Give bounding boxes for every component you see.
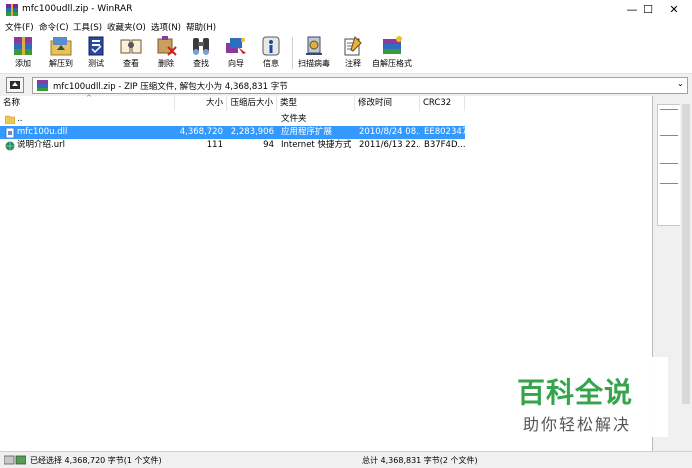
info-divider [660,135,678,136]
view-icon [120,39,142,54]
info-label: 信息 [263,59,279,68]
extract-to-button[interactable]: 解压到 [44,35,78,73]
vertical-scrollbar[interactable] [680,96,692,451]
up-arrow-icon [10,81,20,89]
virus-scan-icon [306,36,322,55]
file-type: 文件夹 [281,114,307,124]
delete-label: 删除 [158,59,174,68]
archive-icon [37,80,48,91]
extract-to-icon [50,37,72,56]
virus-scan-button[interactable]: 扫描病毒 [297,35,331,73]
file-row-mfc100u-dll[interactable]: mfc100u.dll 4,368,720 2,283,906 应用程序扩展 2… [0,126,468,139]
winrar-app-icon [6,4,18,16]
url-file-icon [5,141,15,151]
watermark-title: 百科全说 [517,376,634,409]
test-button[interactable]: 测试 [79,35,113,73]
status-bar: 已经选择 4,368,720 字节(1 个文件) 总计 4,368,831 字节… [0,451,692,468]
info-divider [660,163,678,164]
dll-file-icon [5,128,15,138]
column-header-type[interactable]: 类型 [277,96,355,111]
file-name: .. [17,114,23,124]
status-total: 总计 4,368,831 字节(2 个文件) [362,456,478,465]
file-size: 4,368,720 [179,127,223,137]
menu-command[interactable]: 命令(C) [39,21,69,33]
up-one-level-button[interactable] [6,77,24,93]
comment-button[interactable]: 注释 [336,35,370,73]
column-name-label: 名称 [3,98,21,108]
file-row-parent[interactable]: .. 文件夹 [0,113,465,126]
info-button[interactable]: 信息 [254,35,288,73]
toolbar: 添加 解压到 测试 查看 删除 查找 向导 信息 扫描病毒 注释 自解压格式 [0,33,692,74]
virus-scan-label: 扫描病毒 [298,59,330,68]
view-button[interactable]: 查看 [114,35,148,73]
title-bar: mfc100udll.zip - WinRAR — ☐ ✕ [0,0,692,21]
info-icon [262,36,280,56]
sort-ascending-icon: ^ [86,94,92,102]
address-bar: mfc100udll.zip - ZIP 压缩文件, 解包大小为 4,368,8… [0,74,692,97]
test-icon [88,36,104,56]
watermark: 百科全说 助你轻松解决 [503,357,668,437]
menu-tools[interactable]: 工具(S) [73,21,102,33]
scrollbar-thumb[interactable] [682,104,690,404]
column-header-size[interactable]: 大小 [175,96,227,111]
menu-options[interactable]: 选项(N) [151,21,181,33]
file-modified: 2010/8/24 08... [359,127,420,137]
add-label: 添加 [15,59,31,68]
file-name: 说明介绍.url [17,140,65,150]
sfx-button[interactable]: 自解压格式 [371,35,413,73]
view-label: 查看 [123,59,139,68]
file-packed-size: 94 [263,140,274,150]
sfx-icon [383,36,402,54]
comment-label: 注释 [345,59,361,68]
find-button[interactable]: 查找 [184,35,218,73]
comment-icon [344,36,362,56]
extract-to-label: 解压到 [49,59,73,68]
file-row-url[interactable]: 说明介绍.url 111 94 Internet 快捷方式 2011/6/13 … [0,139,466,152]
watermark-subtitle: 助你轻松解决 [523,415,632,434]
wizard-button[interactable]: 向导 [219,35,253,73]
toolbar-separator [292,37,293,69]
test-label: 测试 [88,59,104,68]
column-header-name[interactable]: 名称 ^ [0,94,175,111]
delete-icon [157,36,177,56]
file-size: 111 [206,140,223,150]
status-selection: 已经选择 4,368,720 字节(1 个文件) [30,456,162,465]
file-crc: EE802347 [424,127,468,137]
menu-file[interactable]: 文件(F) [5,21,34,33]
file-name: mfc100u.dll [17,127,68,137]
path-dropdown-chevron-icon[interactable]: ⌄ [677,79,684,88]
file-packed-size: 2,283,906 [230,127,274,137]
menu-bar: 文件(F) 命令(C) 工具(S) 收藏夹(O) 选项(N) 帮助(H) [0,20,692,33]
info-divider [660,183,678,184]
file-modified: 2011/6/13 22... [359,140,420,150]
window-title: mfc100udll.zip - WinRAR [22,4,133,14]
column-header-packed[interactable]: 压缩后大小 [227,96,277,111]
wizard-icon [226,38,246,54]
sfx-label: 自解压格式 [372,59,412,68]
find-label: 查找 [193,59,209,68]
wizard-label: 向导 [228,59,244,68]
menu-help[interactable]: 帮助(H) [186,21,216,33]
column-header-crc[interactable]: CRC32 [420,96,465,111]
file-type: Internet 快捷方式 [281,140,352,150]
delete-button[interactable]: 删除 [149,35,183,73]
file-type: 应用程序扩展 [281,127,333,137]
file-crc: B37F4D... [424,140,466,150]
close-button[interactable]: ✕ [654,0,692,20]
add-archive-icon [14,37,32,55]
path-field[interactable]: mfc100udll.zip - ZIP 压缩文件, 解包大小为 4,368,8… [32,77,688,94]
drive-status-icon [4,455,26,465]
folder-icon [5,115,15,124]
add-button[interactable]: 添加 [6,35,40,73]
info-divider [660,109,678,110]
column-header-modified[interactable]: 修改时间 [355,96,420,111]
menu-favorites[interactable]: 收藏夹(O) [107,21,146,33]
find-icon [193,38,209,55]
